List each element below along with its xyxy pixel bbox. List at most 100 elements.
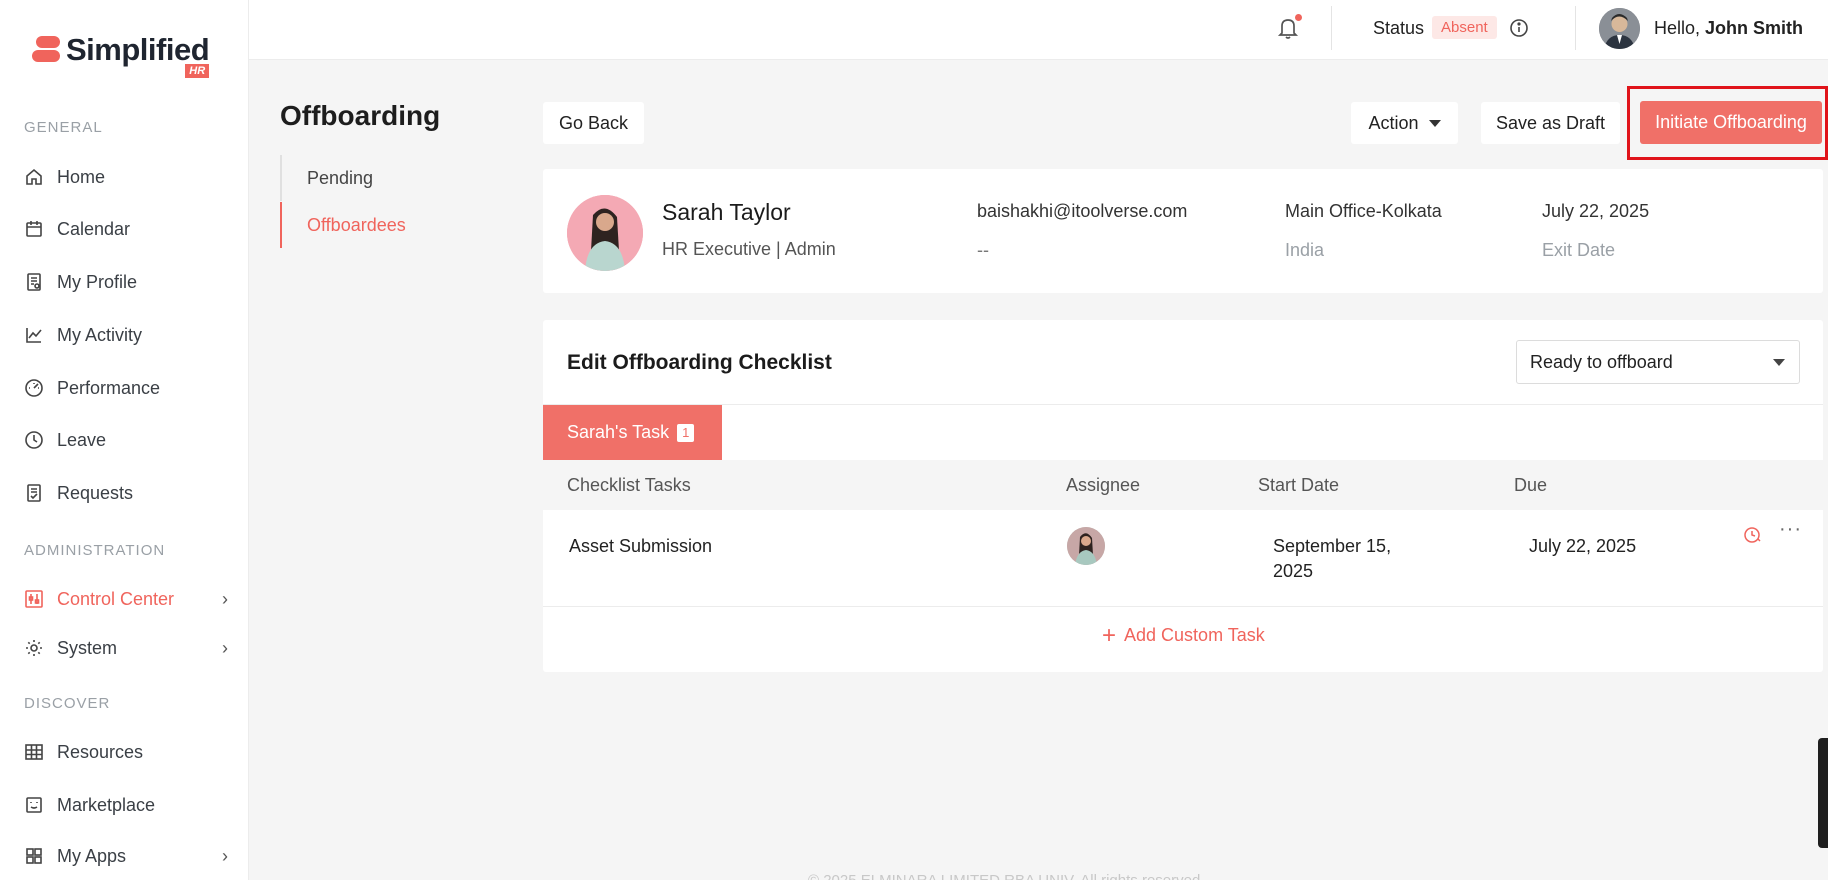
caret-down-icon	[1773, 359, 1785, 366]
employee-card: Sarah Taylor HR Executive | Admin baisha…	[543, 169, 1823, 293]
gauge-icon	[24, 378, 44, 398]
due-date: July 22, 2025	[1529, 536, 1637, 556]
brand-logo[interactable]: Simplified HR	[32, 32, 210, 78]
sidebar-item-resources[interactable]: Resources	[24, 735, 228, 769]
employee-country: India	[1285, 240, 1325, 260]
sidebar-item-leave[interactable]: Leave	[24, 423, 228, 457]
sidebar-item-home[interactable]: Home	[24, 160, 228, 194]
row-divider	[543, 606, 1823, 607]
sidebar-item-my-apps[interactable]: My Apps ›	[24, 839, 228, 873]
requests-icon	[24, 483, 44, 503]
save-draft-button[interactable]: Save as Draft	[1481, 102, 1620, 144]
sidebar: Simplified HR GENERAL Home Calendar My P…	[0, 0, 249, 880]
tab-label: Sarah's Task	[567, 422, 670, 442]
divider	[1575, 6, 1576, 50]
column-header: Due	[1514, 475, 1548, 495]
sidebar-item-requests[interactable]: Requests	[24, 476, 228, 510]
employee-email: baishakhi@itoolverse.com	[977, 201, 1188, 221]
start-date-line2: 2025	[1273, 561, 1314, 581]
more-options-icon[interactable]: ···	[1779, 518, 1802, 541]
start-date-line1: September 15,	[1273, 536, 1392, 556]
sidebar-item-label: Control Center	[57, 588, 175, 609]
tab-pending[interactable]: Pending	[280, 155, 460, 201]
sidebar-item-label: My Activity	[57, 324, 143, 345]
sidebar-item-system[interactable]: System ›	[24, 631, 228, 665]
calendar-icon	[24, 219, 44, 239]
add-custom-task-button[interactable]: + Add Custom Task	[1102, 621, 1265, 649]
avatar[interactable]	[1599, 8, 1640, 49]
employee-avatar	[567, 195, 643, 271]
checklist-card: Edit Offboarding Checklist Ready to offb…	[543, 320, 1823, 672]
table-icon	[24, 742, 44, 762]
section-administration: ADMINISTRATION	[24, 542, 166, 559]
logo-mark-icon	[32, 36, 60, 64]
profile-icon	[24, 272, 44, 292]
sidebar-item-label: My Apps	[57, 845, 127, 866]
go-back-button[interactable]: Go Back	[543, 102, 644, 144]
info-icon[interactable]	[1509, 18, 1529, 38]
activity-icon	[24, 325, 44, 345]
status-label: Status	[1373, 18, 1425, 38]
action-label: Action	[1368, 112, 1419, 133]
sidebar-item-calendar[interactable]: Calendar	[24, 212, 228, 246]
chevron-right-icon: ›	[222, 845, 228, 866]
exit-date-label: Exit Date	[1542, 240, 1616, 260]
home-icon	[24, 167, 44, 187]
sidebar-item-label: Calendar	[57, 218, 131, 239]
section-general: GENERAL	[24, 119, 103, 136]
user-name: John Smith	[1705, 18, 1804, 38]
status-badge[interactable]: Absent	[1432, 16, 1497, 39]
clock-icon	[24, 430, 44, 450]
column-header: Checklist Tasks	[567, 475, 691, 495]
store-icon	[24, 795, 44, 815]
user-greeting[interactable]: Hello, John Smith	[1654, 18, 1803, 39]
gear-icon	[24, 638, 44, 658]
sidebar-item-marketplace[interactable]: Marketplace	[24, 788, 228, 822]
action-dropdown-button[interactable]: Action	[1351, 102, 1458, 144]
employee-name: Sarah Taylor	[662, 199, 791, 225]
reminder-clock-icon[interactable]	[1743, 525, 1763, 545]
topbar	[249, 0, 1828, 60]
table-header: Checklist Tasks Assignee Start Date Due	[543, 460, 1823, 510]
sidebar-item-label: Home	[57, 166, 106, 187]
column-header: Assignee	[1066, 475, 1141, 495]
tab-sarahs-task[interactable]: Sarah's Task 1	[543, 405, 722, 460]
sidebar-item-label: Requests	[57, 482, 134, 503]
greeting-text: Hello,	[1654, 18, 1701, 38]
sliders-icon	[24, 589, 44, 609]
chevron-right-icon: ›	[222, 588, 228, 609]
tab-divider	[543, 404, 1823, 405]
section-discover: DISCOVER	[24, 695, 111, 712]
chevron-right-icon: ›	[222, 637, 228, 658]
sidebar-item-label: My Profile	[57, 271, 138, 292]
offboard-status-select[interactable]: Ready to offboard	[1516, 340, 1800, 384]
sidebar-item-control-center[interactable]: Control Center ›	[24, 582, 228, 616]
column-header: Start Date	[1258, 475, 1340, 495]
exit-date-value: July 22, 2025	[1542, 201, 1650, 221]
assignee-avatar[interactable]	[1067, 527, 1105, 565]
sidebar-item-label: System	[57, 637, 118, 658]
sidebar-item-label: Resources	[57, 741, 144, 762]
plus-icon: +	[1102, 621, 1117, 649]
employee-phone: --	[977, 240, 989, 260]
sidebar-item-label: Leave	[57, 429, 107, 450]
select-value: Ready to offboard	[1530, 351, 1673, 372]
floating-widget[interactable]	[1818, 738, 1828, 848]
employee-role: HR Executive | Admin	[662, 239, 836, 259]
brand-tag: HR	[185, 64, 210, 78]
task-count-badge: 1	[677, 423, 695, 442]
notification-dot	[1295, 14, 1302, 21]
employee-office: Main Office-Kolkata	[1285, 201, 1442, 221]
sidebar-item-label: Performance	[57, 377, 161, 398]
task-name: Asset Submission	[569, 536, 713, 556]
caret-down-icon	[1428, 119, 1441, 127]
add-task-label: Add Custom Task	[1124, 625, 1265, 645]
highlight-box	[1627, 86, 1828, 160]
sidebar-item-my-profile[interactable]: My Profile	[24, 265, 228, 299]
divider	[1331, 6, 1332, 50]
sidebar-item-performance[interactable]: Performance	[24, 371, 228, 405]
brand-name: Simplified	[66, 32, 210, 67]
tab-offboardees[interactable]: Offboardees	[280, 202, 460, 248]
sidebar-item-my-activity[interactable]: My Activity	[24, 318, 228, 352]
checklist-title: Edit Offboarding Checklist	[567, 351, 832, 374]
